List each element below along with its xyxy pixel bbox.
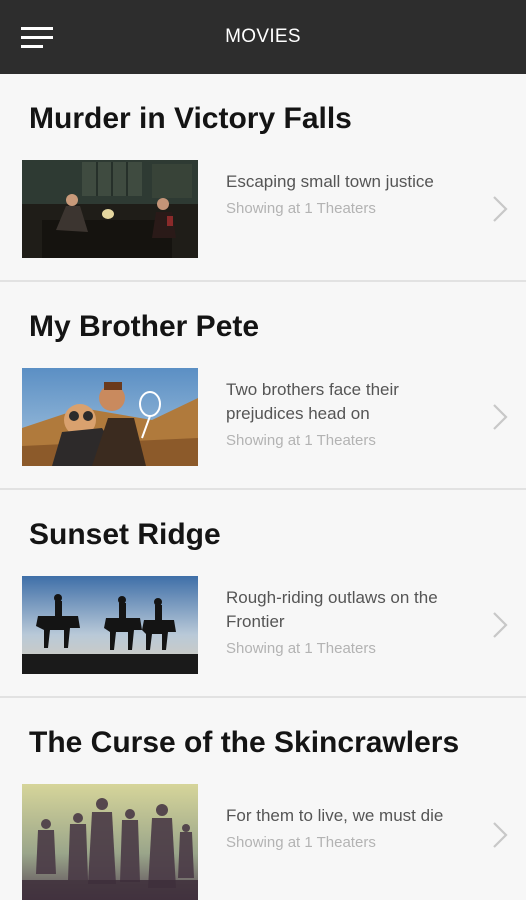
movie-info: Rough-riding outlaws on the Frontier Sho… [226, 586, 476, 660]
movie-item-murder-in-victory-falls[interactable]: Murder in Victory Falls Escaping small t… [0, 74, 526, 282]
top-app-bar: MOVIES [0, 0, 526, 74]
movie-item-my-brother-pete[interactable]: My Brother Pete Two brothers face their … [0, 282, 526, 490]
movie-title: Murder in Victory Falls [29, 102, 352, 135]
chevron-right-icon [490, 610, 510, 640]
app-screen: MOVIES Murder in Victory Falls Escaping … [0, 0, 526, 900]
movie-item-sunset-ridge[interactable]: Sunset Ridge Rough-riding outlaws on the… [0, 490, 526, 698]
movie-poster-image [22, 784, 198, 900]
movie-showing-count: Showing at 1 Theaters [226, 200, 376, 217]
hamburger-menu-icon[interactable] [14, 18, 62, 58]
movie-title: The Curse of the Skincrawlers [29, 726, 460, 759]
movie-tagline: For them to live, we must die [226, 806, 444, 825]
movie-tagline: Escaping small town justice [226, 172, 434, 191]
movie-poster-image [22, 368, 198, 466]
chevron-right-icon [490, 820, 510, 850]
page-title: MOVIES [225, 26, 301, 47]
movie-list: Murder in Victory Falls Escaping small t… [0, 74, 526, 900]
movie-title: Sunset Ridge [29, 518, 221, 551]
movie-showing-count: Showing at 1 Theaters [226, 432, 376, 449]
movie-showing-count: Showing at 1 Theaters [226, 834, 376, 851]
movie-poster-image [22, 160, 198, 258]
movie-showing-count: Showing at 1 Theaters [226, 640, 376, 657]
movie-poster-image [22, 576, 198, 674]
movie-info: Two brothers face their prejudices head … [226, 378, 476, 452]
chevron-right-icon [490, 402, 510, 432]
movie-info: For them to live, we must die Showing at… [226, 804, 476, 854]
movie-tagline: Two brothers face their prejudices head … [226, 380, 399, 423]
movie-title: My Brother Pete [29, 310, 260, 343]
movie-item-the-curse-of-the-skincrawlers[interactable]: The Curse of the Skincrawlers For them t… [0, 698, 526, 900]
movie-tagline: Rough-riding outlaws on the Frontier [226, 588, 438, 631]
movie-info: Escaping small town justice Showing at 1… [226, 170, 476, 220]
chevron-right-icon [490, 194, 510, 224]
